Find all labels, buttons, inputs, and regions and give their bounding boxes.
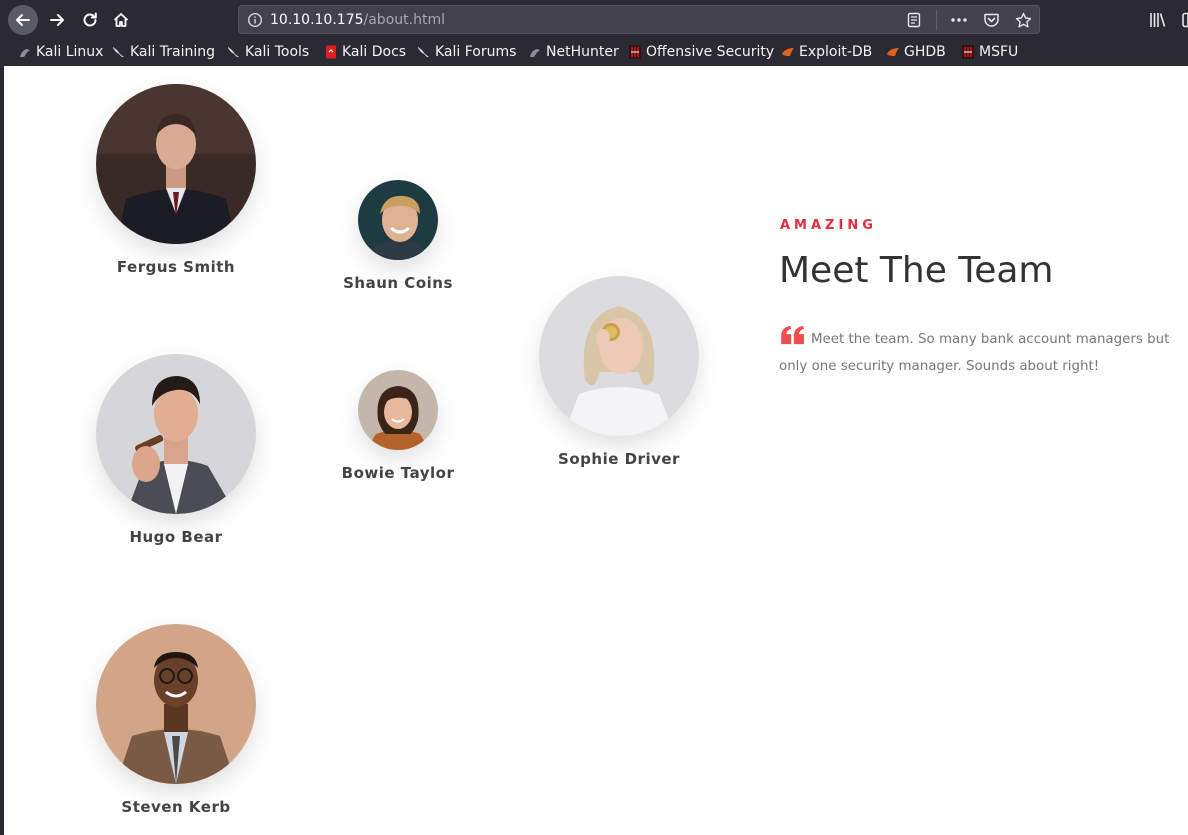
team-quote: Meet the team. So many bank account mana… — [779, 325, 1181, 380]
bookmark-kali-forums[interactable]: Kali Forums — [417, 43, 516, 61]
team-member-card: Steven Kerb — [76, 624, 276, 816]
member-name: Sophie Driver — [558, 450, 680, 468]
sidebar-icon — [1182, 12, 1188, 28]
team-member-card: Bowie Taylor — [318, 370, 478, 482]
avatar-photo — [96, 84, 256, 244]
team-member-card: Shaun Coins — [318, 180, 478, 292]
url-bar[interactable]: 10.10.10.175/about.html — [238, 5, 1040, 34]
exploit-db-icon — [782, 48, 794, 56]
url-path: /about.html — [363, 12, 445, 28]
reader-view-icon — [907, 12, 921, 28]
bookmark-nethunter[interactable]: NetHunter — [528, 43, 619, 61]
bookmark-exploit-db[interactable]: Exploit-DB — [781, 43, 872, 61]
bookmark-kali-tools[interactable]: Kali Tools — [227, 43, 309, 61]
bookmark-label: Kali Linux — [36, 44, 104, 60]
url-host: 10.10.10.175 — [270, 12, 364, 28]
home-button[interactable] — [106, 5, 136, 35]
avatar-photo — [358, 180, 438, 260]
offsec-icon — [962, 45, 974, 59]
avatar-photo — [96, 624, 256, 784]
pocket-button[interactable] — [981, 10, 1001, 30]
bookmark-label: GHDB — [904, 44, 946, 60]
window-left-edge — [0, 66, 4, 835]
member-name: Fergus Smith — [116, 258, 236, 276]
more-horizontal-icon — [951, 18, 967, 22]
bookmark-kali-training[interactable]: Kali Training — [112, 43, 215, 61]
bookmark-kali-linux[interactable]: Kali Linux — [18, 43, 103, 61]
pocket-icon — [983, 13, 999, 27]
avatar-photo — [96, 354, 256, 514]
team-member-card: Fergus Smith — [76, 84, 276, 276]
bookmark-star-button[interactable] — [1013, 10, 1033, 30]
bookmark-label: Kali Tools — [245, 44, 310, 60]
offsec-icon — [629, 45, 641, 59]
bookmark-msfu[interactable]: MSFU — [961, 43, 1018, 61]
nethunter-icon — [530, 49, 540, 57]
bookmark-label: Kali Forums — [435, 44, 517, 60]
kali-docs-icon — [326, 45, 336, 59]
member-name: Bowie Taylor — [341, 464, 455, 482]
bookmark-label: Exploit-DB — [799, 44, 873, 60]
bookmark-ghdb[interactable]: GHDB — [886, 43, 946, 61]
member-name: Shaun Coins — [343, 274, 453, 292]
url-text[interactable]: 10.10.10.175/about.html — [270, 12, 445, 28]
reload-button[interactable] — [75, 5, 105, 35]
reload-icon — [83, 12, 97, 27]
forward-button[interactable] — [42, 5, 72, 35]
reader-view-button[interactable] — [904, 10, 924, 30]
sidebar-button[interactable] — [1180, 10, 1188, 30]
bookmark-label: Kali Training — [130, 44, 215, 60]
kali-dragon-icon — [113, 47, 124, 57]
star-icon — [1015, 12, 1031, 27]
member-name: Steven Kerb — [121, 798, 231, 816]
member-name: Hugo Bear — [129, 528, 223, 546]
browser-chrome: 10.10.10.175/about.html Kali Linux Kali … — [0, 0, 1188, 66]
library-icon — [1150, 13, 1166, 27]
bookmark-kali-docs[interactable]: Kali Docs — [324, 43, 406, 61]
quote-icon — [781, 325, 804, 345]
back-button[interactable] — [8, 5, 38, 35]
toolbar-right — [1148, 10, 1188, 30]
avatar-photo — [358, 370, 438, 450]
browser-toolbar: 10.10.10.175/about.html — [0, 0, 1188, 39]
bookmarks-toolbar: Kali Linux Kali Training Kali Tools Kali… — [0, 39, 1188, 66]
section-subheading: AMAZING — [780, 218, 877, 233]
section-heading: Meet The Team — [779, 250, 1054, 291]
quote-text: Meet the team. So many bank account mana… — [779, 332, 1170, 374]
page-actions-button[interactable] — [949, 10, 969, 30]
bookmark-label: Kali Docs — [342, 44, 407, 60]
library-button[interactable] — [1148, 10, 1168, 30]
kali-dragon-icon — [228, 47, 239, 57]
bookmark-offensive-security[interactable]: Offensive Security — [628, 43, 774, 61]
url-separator — [936, 10, 937, 30]
info-icon[interactable] — [247, 12, 263, 28]
kali-dragon-icon — [20, 49, 30, 57]
kali-dragon-icon — [418, 47, 429, 57]
ghdb-icon — [887, 48, 899, 56]
bookmark-label: Offensive Security — [646, 44, 775, 60]
home-icon — [113, 13, 129, 27]
bookmark-label: MSFU — [979, 44, 1019, 60]
arrow-right-icon — [50, 14, 64, 26]
team-member-card: Sophie Driver — [519, 276, 719, 468]
avatar-photo — [539, 276, 699, 436]
url-actions — [892, 10, 1033, 30]
bookmark-label: NetHunter — [546, 44, 619, 60]
team-member-card: Hugo Bear — [76, 354, 276, 546]
arrow-left-icon — [16, 14, 30, 26]
